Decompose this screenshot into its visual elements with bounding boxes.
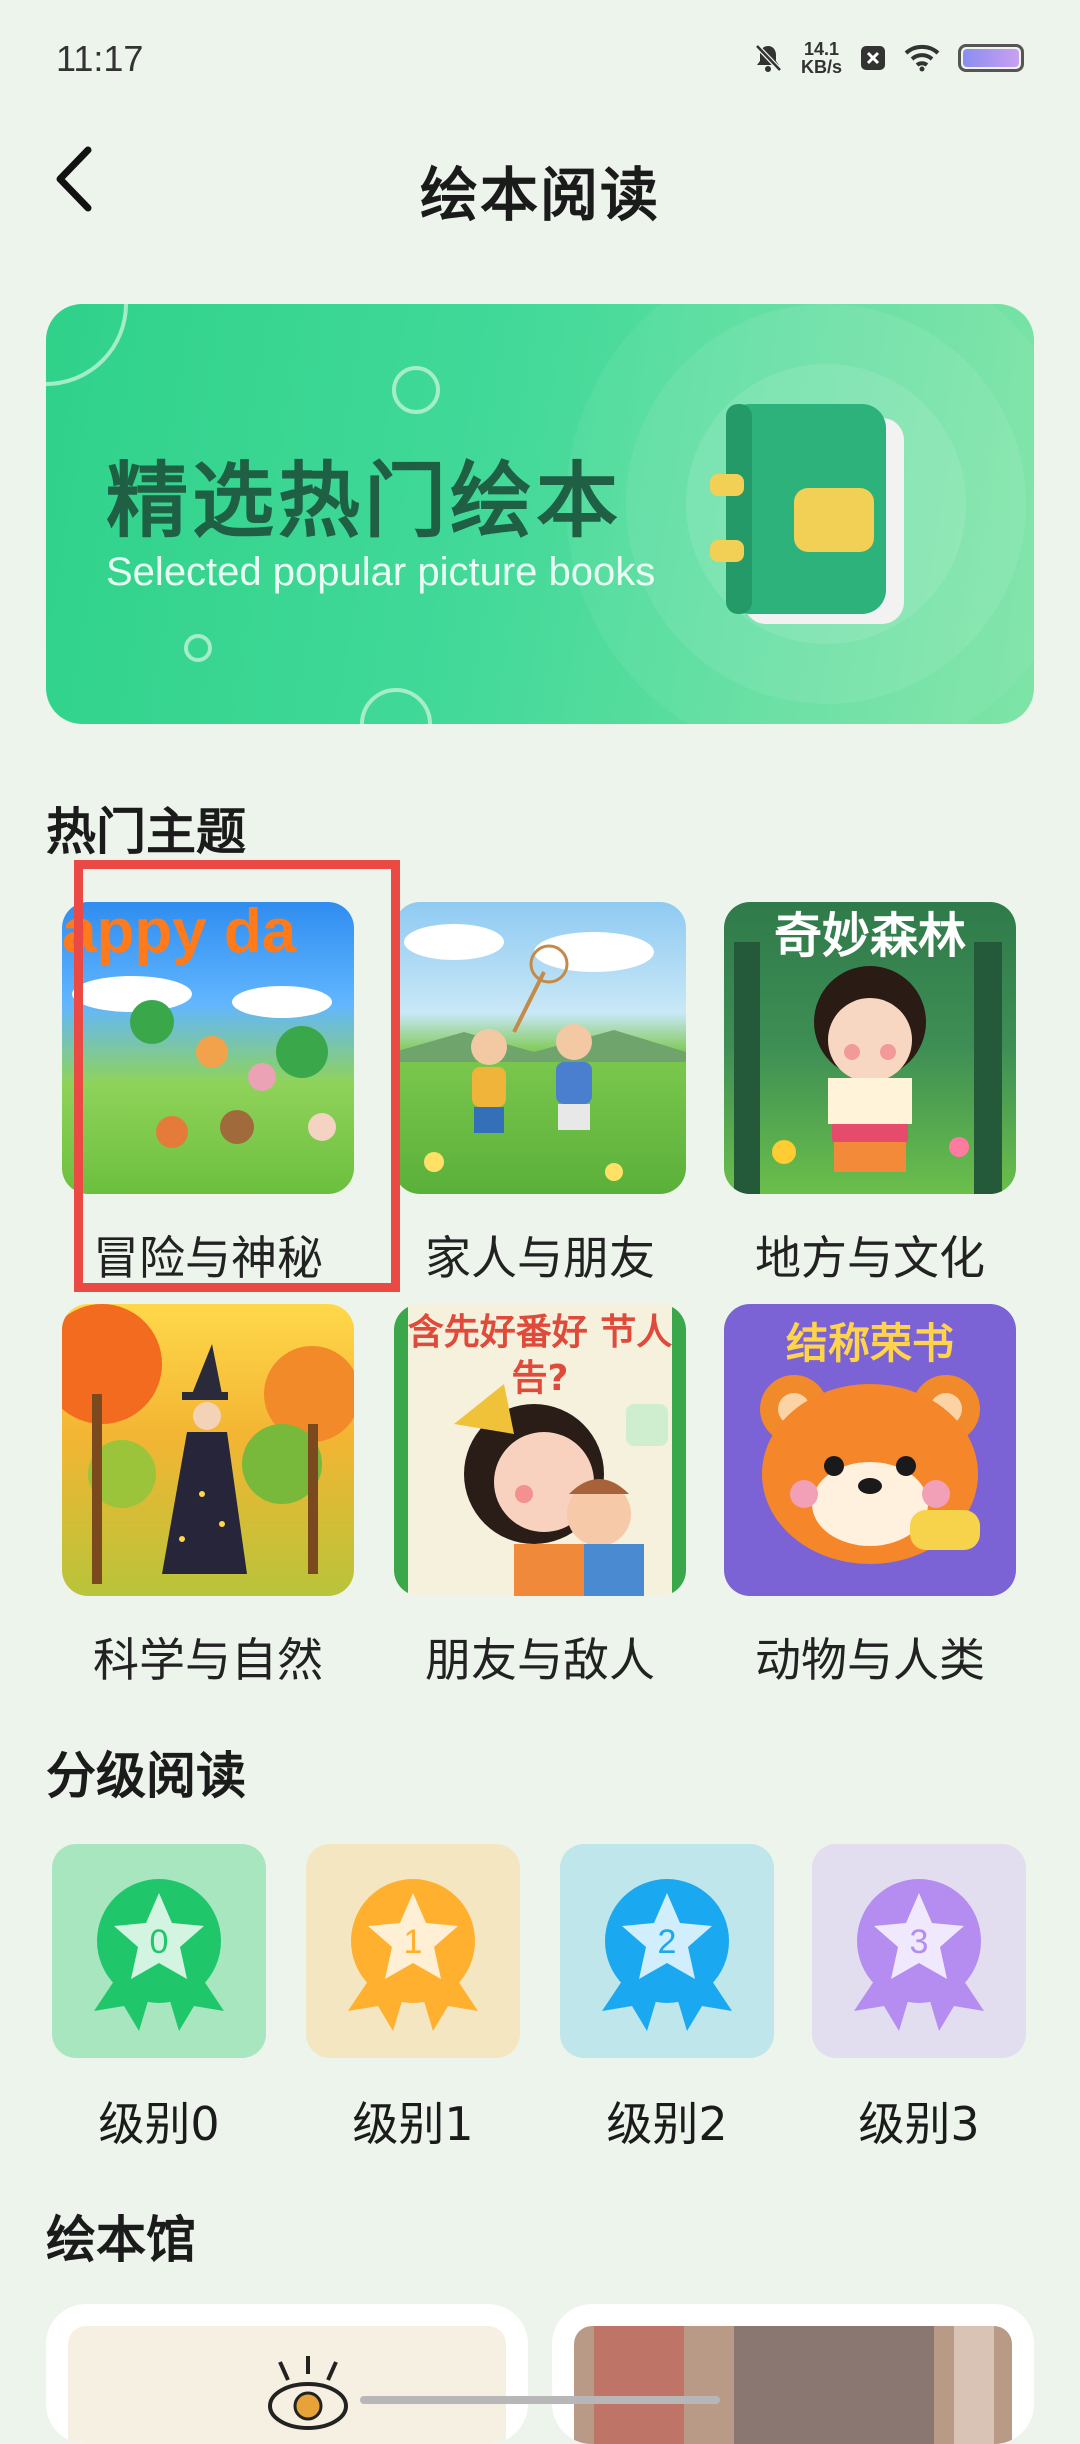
topic-card-family[interactable]: 家人与朋友 (394, 902, 686, 1288)
topic-cover-image: 含先好番好 节人告? (394, 1304, 686, 1596)
topic-card-friends-foes[interactable]: 含先好番好 节人告? 朋友与敌人 (394, 1304, 686, 1690)
page-title: 绘本阅读 (419, 161, 660, 229)
topic-cover-image (394, 902, 686, 1194)
svg-text:1: 1 (404, 1923, 423, 1961)
network-speed: 14.1 KB/s (800, 39, 842, 77)
cover-title-text: 结称荣书 (785, 1319, 954, 1368)
featured-banner[interactable]: 精选热门绘本 Selected popular picture books (46, 304, 1034, 724)
topic-cover-image: 结称荣书 (724, 1304, 1016, 1596)
banner-title: 精选热门绘本 (106, 454, 623, 549)
library-cover-image (574, 2326, 1012, 2444)
svg-text:2: 2 (658, 1923, 677, 1961)
level-label: 级别1 (352, 2097, 474, 2151)
level-label: 级别2 (606, 2097, 728, 2151)
topic-label: 家人与朋友 (425, 1231, 655, 1285)
cover-title-text: 奇妙森林 (773, 908, 966, 964)
library-card[interactable] (46, 2304, 528, 2444)
cover-title-text: 含先好番好 节人告? (407, 1312, 673, 1399)
medal-icon: 0 (94, 1879, 224, 2031)
topic-cover-image: 奇妙森林 (724, 902, 1016, 1194)
library-cover-image (68, 2326, 506, 2444)
section-title-library: 绘本馆 (46, 2211, 196, 2269)
wifi-icon (904, 44, 940, 72)
topic-cover-image (62, 1304, 354, 1596)
banner-subtitle: Selected popular picture books (106, 550, 656, 594)
topic-label: 科学与自然 (93, 1633, 323, 1687)
level-card-0[interactable]: 0 级别0 (52, 1844, 266, 2154)
level-badge-tile: 0 (52, 1844, 266, 2058)
library-card[interactable] (552, 2304, 1034, 2444)
topic-card-science[interactable]: 科学与自然 (62, 1304, 354, 1690)
status-icons: 14.1 KB/s (753, 40, 1024, 76)
section-title-hot-topics: 热门主题 (46, 803, 246, 861)
close-box-icon (861, 46, 885, 70)
level-label: 级别3 (858, 2097, 980, 2151)
level-card-2[interactable]: 2 级别2 (560, 1844, 774, 2154)
topic-card-culture[interactable]: 奇妙森林 地方与文化 (724, 902, 1016, 1288)
topic-card-animals[interactable]: 结称荣书 动物与人类 (724, 1304, 1016, 1690)
medal-icon: 1 (348, 1879, 478, 2031)
battery-icon (958, 44, 1024, 72)
status-time: 11:17 (56, 38, 144, 79)
level-label: 级别0 (98, 2097, 220, 2151)
medal-icon: 2 (602, 1879, 732, 2031)
section-title-graded-reading: 分级阅读 (46, 1747, 246, 1805)
home-indicator (360, 2396, 720, 2404)
medal-icon: 3 (854, 1879, 984, 2031)
eye-illustration (268, 2356, 348, 2430)
level-badge-tile: 1 (306, 1844, 520, 2058)
topic-label: 地方与文化 (755, 1231, 985, 1285)
level-card-3[interactable]: 3 级别3 (812, 1844, 1026, 2154)
svg-text:0: 0 (150, 1923, 169, 1961)
selection-highlight (74, 860, 400, 1292)
topic-label: 动物与人类 (755, 1633, 985, 1687)
level-badge-tile: 3 (812, 1844, 1026, 2058)
svg-text:3: 3 (910, 1923, 929, 1961)
level-card-1[interactable]: 1 级别1 (306, 1844, 520, 2154)
book-icon (710, 404, 904, 624)
level-badge-tile: 2 (560, 1844, 774, 2058)
mute-bell-icon (755, 44, 782, 72)
topic-label: 朋友与敌人 (425, 1633, 655, 1687)
